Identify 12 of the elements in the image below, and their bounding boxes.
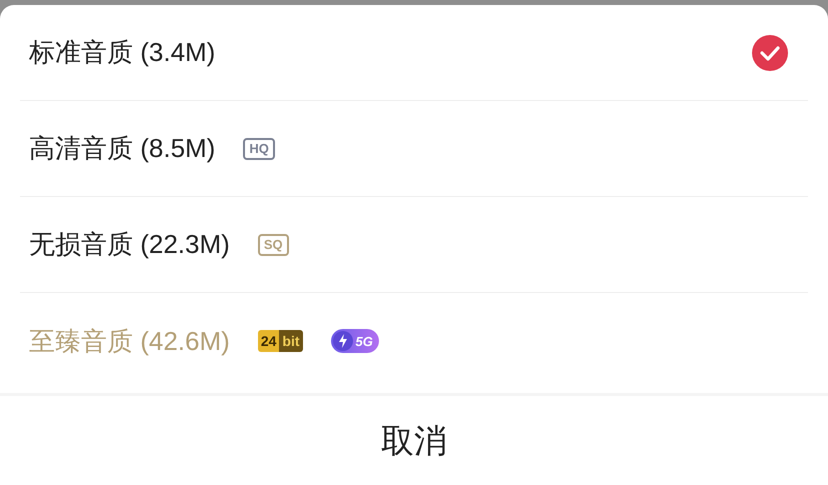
option-label: 无损音质 (22.3M)	[29, 228, 230, 261]
quality-badge: HQ	[243, 138, 275, 160]
option-label: 高清音质 (8.5M)	[29, 132, 216, 165]
quality-option[interactable]: 至臻音质 (42.6M) 24 bit 5G	[20, 293, 808, 389]
quality-badge: SQ	[258, 234, 289, 256]
quality-option[interactable]: 无损音质 (22.3M) SQ	[20, 197, 808, 293]
network-badge: 5G	[330, 329, 379, 353]
cancel-button[interactable]: 取消	[0, 396, 828, 485]
quality-option[interactable]: 高清音质 (8.5M) HQ	[20, 101, 808, 197]
option-label: 标准音质 (3.4M)	[29, 36, 216, 69]
option-label: 至臻音质 (42.6M)	[29, 324, 230, 358]
lightning-icon	[338, 334, 348, 348]
